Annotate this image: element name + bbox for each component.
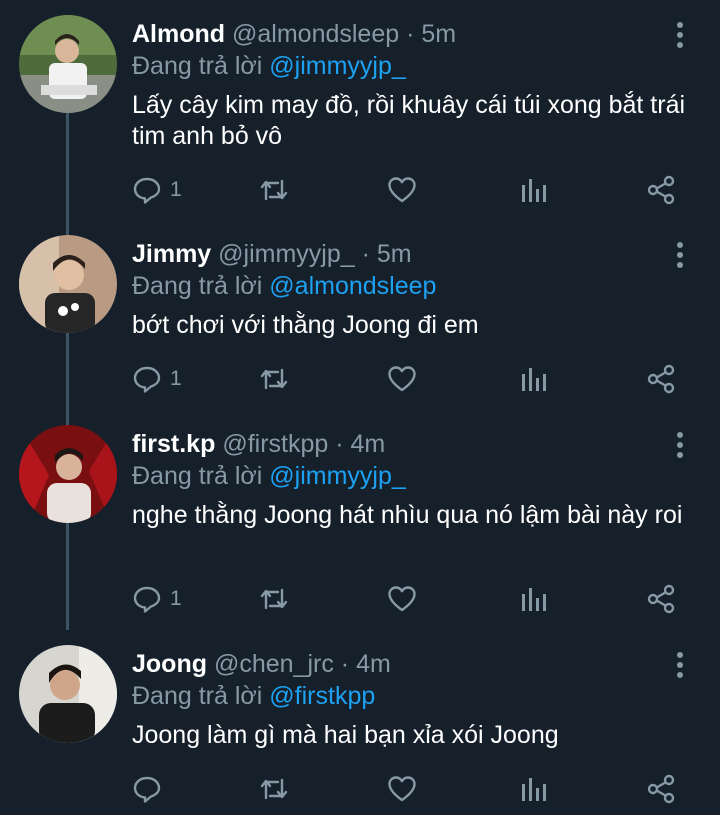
more-vertical-icon[interactable] xyxy=(668,20,692,50)
reply-bubble-icon xyxy=(133,586,161,613)
display-name[interactable]: first.kp xyxy=(132,430,215,458)
tweet-actions xyxy=(130,773,690,805)
timestamp[interactable]: 5m xyxy=(421,20,456,48)
analytics-bars-icon xyxy=(522,179,546,202)
heart-icon xyxy=(388,177,416,203)
heart-icon xyxy=(388,586,416,612)
reply-count: 1 xyxy=(170,178,182,201)
tweet-actions: 1 xyxy=(130,363,690,395)
retweet-icon xyxy=(260,778,288,800)
heart-icon xyxy=(388,366,416,392)
replying-to-label: Đang trả lời xyxy=(132,272,263,300)
share-icon xyxy=(647,364,675,394)
separator-dot: · xyxy=(361,240,370,268)
more-vertical-icon[interactable] xyxy=(668,650,692,680)
share-button[interactable] xyxy=(646,583,676,615)
analytics-button[interactable] xyxy=(519,363,547,395)
reply-count: 1 xyxy=(170,367,182,390)
analytics-button[interactable] xyxy=(519,773,547,805)
tweet-joong[interactable]: Joong @chen_jrc · 4m Đang trả lời @first… xyxy=(0,630,720,815)
tweet-actions: 1 xyxy=(130,174,690,206)
tweet-text: Lấy cây kim may đồ, rồi khuây cái túi xo… xyxy=(132,91,686,150)
mention-link[interactable]: @firstkpp xyxy=(269,682,375,710)
reply-button[interactable]: 1 xyxy=(132,174,182,206)
like-button[interactable] xyxy=(387,363,417,395)
retweet-button[interactable] xyxy=(258,583,290,615)
share-button[interactable] xyxy=(646,773,676,805)
reply-button[interactable]: 1 xyxy=(132,583,182,615)
separator-dot: · xyxy=(340,650,350,678)
tweet-text: nghe thằng Joong hát nhìu qua nó lậm bài… xyxy=(132,501,683,529)
tweet-header: first.kp @firstkpp · 4m xyxy=(132,428,385,460)
mention-link[interactable]: @jimmyyjp_ xyxy=(269,52,406,80)
like-button[interactable] xyxy=(387,583,417,615)
analytics-bars-icon xyxy=(522,368,546,391)
user-handle[interactable]: @jimmyyjp_ xyxy=(218,240,355,268)
tweet-header: Almond @almondsleep · 5m xyxy=(132,18,456,50)
timestamp[interactable]: 5m xyxy=(377,240,412,268)
separator-dot: · xyxy=(406,20,415,48)
analytics-bars-icon xyxy=(522,588,546,611)
tweet-text: bớt chơi với thằng Joong đi em xyxy=(132,311,479,339)
tweet-actions: 1 xyxy=(130,583,690,615)
analytics-button[interactable] xyxy=(519,174,547,206)
user-handle[interactable]: @chen_jrc xyxy=(214,650,334,678)
reply-button[interactable]: 1 xyxy=(132,363,182,395)
replying-to-label: Đang trả lời xyxy=(132,462,263,490)
user-handle[interactable]: @firstkpp xyxy=(222,430,328,458)
retweet-button[interactable] xyxy=(258,363,290,395)
avatar[interactable] xyxy=(19,645,117,743)
tweet-text: Joong làm gì mà hai bạn xỉa xói Joong xyxy=(132,721,559,749)
retweet-icon xyxy=(260,368,288,390)
retweet-icon xyxy=(260,588,288,610)
avatar[interactable] xyxy=(19,425,117,523)
avatar[interactable] xyxy=(19,15,117,113)
timestamp[interactable]: 4m xyxy=(351,430,386,458)
timestamp[interactable]: 4m xyxy=(356,650,391,678)
replying-to-label: Đang trả lời xyxy=(132,52,263,80)
mention-link[interactable]: @almondsleep xyxy=(269,272,436,300)
like-button[interactable] xyxy=(387,773,417,805)
retweet-button[interactable] xyxy=(258,773,290,805)
replying-to: Đang trả lời @jimmyyjp_ xyxy=(132,50,406,82)
like-button[interactable] xyxy=(387,174,417,206)
reply-count: 1 xyxy=(170,587,182,610)
share-button[interactable] xyxy=(646,174,676,206)
share-icon xyxy=(647,175,675,205)
mention-link[interactable]: @jimmyyjp_ xyxy=(269,462,406,490)
share-icon xyxy=(647,584,675,614)
tweet-header: Jimmy @jimmyyjp_ · 5m xyxy=(132,238,412,270)
display-name[interactable]: Almond xyxy=(132,20,225,48)
analytics-button[interactable] xyxy=(519,583,547,615)
separator-dot: · xyxy=(335,430,344,458)
display-name[interactable]: Jimmy xyxy=(132,240,211,268)
reply-button[interactable] xyxy=(132,773,170,805)
replying-to: Đang trả lời @firstkpp xyxy=(132,680,375,712)
retweet-icon xyxy=(260,179,288,201)
share-button[interactable] xyxy=(646,363,676,395)
analytics-bars-icon xyxy=(522,778,546,801)
avatar[interactable] xyxy=(19,235,117,333)
share-icon xyxy=(647,774,675,804)
more-vertical-icon[interactable] xyxy=(668,240,692,270)
tweet-jimmy[interactable]: Jimmy @jimmyyjp_ · 5m Đang trả lời @almo… xyxy=(0,220,720,410)
replying-to: Đang trả lời @jimmyyjp_ xyxy=(132,460,406,492)
tweet-firstkp[interactable]: first.kp @firstkpp · 4m Đang trả lời @ji… xyxy=(0,410,720,630)
tweet-header: Joong @chen_jrc · 4m xyxy=(132,648,391,680)
user-handle[interactable]: @almondsleep xyxy=(232,20,399,48)
tweet-almond[interactable]: Almond @almondsleep · 5m Đang trả lời @j… xyxy=(0,0,720,220)
replying-to-label: Đang trả lời xyxy=(132,682,263,710)
heart-icon xyxy=(388,776,416,802)
display-name[interactable]: Joong xyxy=(132,650,207,678)
reply-bubble-icon xyxy=(133,776,161,803)
replying-to: Đang trả lời @almondsleep xyxy=(132,270,436,302)
more-vertical-icon[interactable] xyxy=(668,430,692,460)
reply-bubble-icon xyxy=(133,366,161,393)
reply-bubble-icon xyxy=(133,177,161,204)
retweet-button[interactable] xyxy=(258,174,290,206)
